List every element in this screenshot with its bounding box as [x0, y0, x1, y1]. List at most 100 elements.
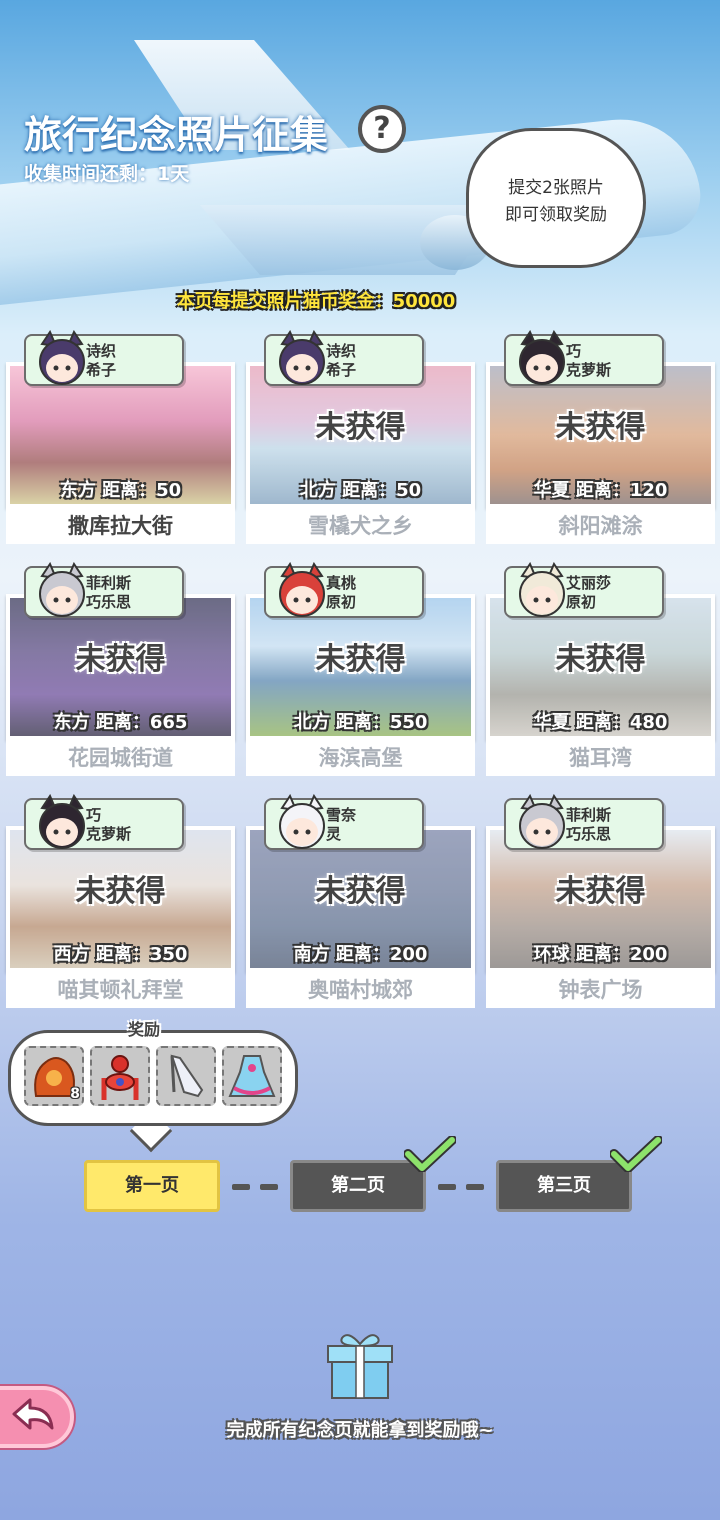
character-avatar	[39, 330, 85, 385]
character-name: 艾丽莎 原初	[566, 574, 662, 612]
photo-card[interactable]: 未获得 北方 距离：550 海滨高堡 真桃 原初	[246, 562, 475, 776]
direction-distance: 北方 距离：550	[293, 712, 428, 733]
character-tag: 诗织 希子	[264, 330, 424, 386]
direction-distance: 北方 距离：50	[299, 480, 422, 501]
direction-distance: 东方 距离：50	[59, 480, 182, 501]
character-name: 雪奈 灵	[326, 806, 422, 844]
character-name: 菲利斯 巧乐思	[86, 574, 182, 612]
photo-card[interactable]: 未获得 东方 距离：665 花园城街道 菲利斯 巧乐思	[6, 562, 235, 776]
page-connector	[438, 1184, 456, 1190]
character-name: 巧 克萝斯	[566, 342, 662, 380]
page-connector	[232, 1184, 250, 1190]
place-name: 斜阳滩涂	[486, 508, 715, 544]
place-name: 花园城街道	[6, 740, 235, 776]
photo-card[interactable]: 东方 距离：50 撒库拉大街 诗织 希子	[6, 330, 235, 544]
character-avatar	[519, 794, 565, 849]
place-name: 撒库拉大街	[6, 508, 235, 544]
red-lantern-ornament-icon	[101, 1055, 139, 1100]
reward-item-cat-food[interactable]: 8	[24, 1046, 84, 1106]
character-name-line-1: 菲利斯	[566, 806, 612, 824]
character-tag: 巧 克萝斯	[504, 330, 664, 386]
back-button[interactable]	[0, 1386, 74, 1448]
place-name: 奥喵村城郊	[246, 972, 475, 1008]
character-tag: 真桃 原初	[264, 562, 424, 618]
character-avatar	[279, 562, 325, 617]
character-name-line-1: 巧	[86, 806, 102, 824]
character-name: 巧 克萝斯	[86, 806, 182, 844]
unobtained-label: 未获得	[555, 642, 646, 677]
character-name-line-2: 巧乐思	[86, 593, 132, 611]
character-name-line-1: 诗织	[326, 342, 357, 360]
character-name-line-2: 希子	[326, 361, 357, 379]
direction-distance: 西方 距离：350	[53, 944, 188, 965]
hint-line-2: 即可领取奖励	[505, 205, 607, 225]
gift-box-icon[interactable]	[322, 1326, 398, 1402]
character-avatar	[279, 794, 325, 849]
tab-page-1[interactable]: 第一页	[84, 1160, 220, 1212]
direction-distance: 环球 距离：200	[533, 944, 668, 965]
character-name-line-2: 原初	[566, 593, 597, 611]
coin-bonus-text: 本页每提交照片猫币奖金：50000	[176, 291, 456, 312]
silver-high-heel-icon	[170, 1054, 204, 1098]
character-name-line-1: 诗织	[86, 342, 117, 360]
help-button[interactable]: ?	[358, 105, 406, 153]
direction-distance: 东方 距离：665	[53, 712, 188, 733]
page-title: 旅行纪念照片征集	[24, 113, 329, 157]
character-tag: 雪奈 灵	[264, 794, 424, 850]
place-name: 喵其顿礼拜堂	[6, 972, 235, 1008]
character-tag: 菲利斯 巧乐思	[24, 562, 184, 618]
frilly-dress-icon	[228, 1055, 276, 1097]
reward-title: 奖励	[128, 1020, 161, 1039]
photo-card[interactable]: 未获得 西方 距离：350 喵其顿礼拜堂 巧 克萝斯	[6, 794, 235, 1008]
character-name: 诗织 希子	[86, 342, 182, 380]
photo-card[interactable]: 未获得 环球 距离：200 钟表广场 菲利斯 巧乐思	[486, 794, 715, 1008]
unobtained-label: 未获得	[315, 410, 406, 445]
character-name-line-2: 巧乐思	[566, 825, 612, 843]
back-arrow-icon	[12, 1398, 54, 1430]
unobtained-label: 未获得	[75, 642, 166, 677]
unobtained-label: 未获得	[315, 642, 406, 677]
reward-item-count: 8	[70, 1086, 80, 1102]
character-avatar	[519, 330, 565, 385]
unobtained-label: 未获得	[555, 874, 646, 909]
character-avatar	[39, 794, 85, 849]
footer-hint: 完成所有纪念页就能拿到奖励哦~	[226, 1420, 494, 1441]
character-name-line-1: 艾丽莎	[566, 574, 612, 592]
page-connector	[466, 1184, 484, 1190]
collection-countdown: 收集时间还剩：1天	[24, 163, 190, 185]
page-connector	[260, 1184, 278, 1190]
direction-distance: 华夏 距离：480	[533, 712, 668, 733]
hint-line-1: 提交2张照片	[508, 178, 604, 198]
character-name-line-2: 克萝斯	[86, 825, 132, 843]
reward-item-shoe[interactable]	[156, 1046, 216, 1106]
character-avatar	[39, 562, 85, 617]
photo-card[interactable]: 未获得 南方 距离：200 奥喵村城郊 雪奈 灵	[246, 794, 475, 1008]
character-name-line-2: 希子	[86, 361, 117, 379]
character-name-line-1: 雪奈	[326, 806, 357, 824]
place-name: 海滨高堡	[246, 740, 475, 776]
character-tag: 巧 克萝斯	[24, 794, 184, 850]
reward-item-lantern[interactable]	[90, 1046, 150, 1106]
reward-item-dress[interactable]	[222, 1046, 282, 1106]
character-name-line-2: 灵	[326, 825, 342, 843]
character-name-line-2: 原初	[326, 593, 357, 611]
character-name-line-1: 菲利斯	[86, 574, 132, 592]
character-tag: 菲利斯 巧乐思	[504, 794, 664, 850]
character-name: 真桃 原初	[326, 574, 422, 612]
character-name-line-1: 巧	[566, 342, 582, 360]
character-name-line-1: 真桃	[326, 574, 357, 592]
character-avatar	[279, 330, 325, 385]
page-3-complete-check-icon	[610, 1136, 662, 1172]
unobtained-label: 未获得	[315, 874, 406, 909]
character-name: 菲利斯 巧乐思	[566, 806, 662, 844]
place-name: 雪橇犬之乡	[246, 508, 475, 544]
photo-card[interactable]: 未获得 华夏 距离：480 猫耳湾 艾丽莎 原初	[486, 562, 715, 776]
character-avatar	[519, 562, 565, 617]
character-tag: 艾丽莎 原初	[504, 562, 664, 618]
photo-card[interactable]: 未获得 华夏 距离：120 斜阳滩涂 巧 克萝斯	[486, 330, 715, 544]
hint-bubble: 提交2张照片 即可领取奖励	[466, 128, 646, 268]
page-2-complete-check-icon	[404, 1136, 456, 1172]
character-name-line-2: 克萝斯	[566, 361, 612, 379]
unobtained-label: 未获得	[75, 874, 166, 909]
photo-card[interactable]: 未获得 北方 距离：50 雪橇犬之乡 诗织 希子	[246, 330, 475, 544]
